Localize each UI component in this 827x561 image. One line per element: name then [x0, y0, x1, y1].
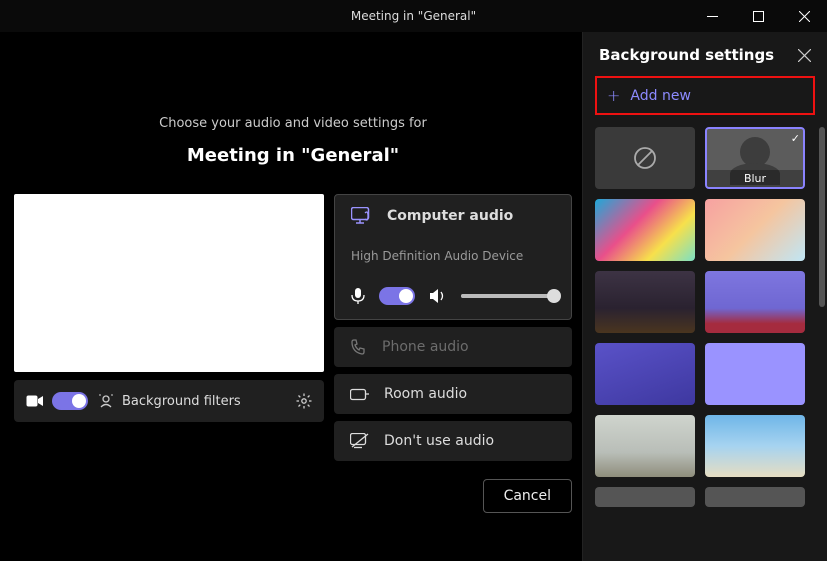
background-tile[interactable]: [705, 487, 805, 507]
background-tile[interactable]: [595, 487, 695, 507]
phone-audio-label: Phone audio: [382, 339, 469, 355]
panel-title: Background settings: [599, 46, 774, 64]
background-effects-icon: [98, 393, 114, 409]
checkmark-icon: ✓: [791, 132, 800, 145]
add-new-label: Add new: [630, 88, 691, 104]
mic-icon: [351, 287, 365, 305]
background-tile[interactable]: [705, 271, 805, 333]
window-controls: [689, 0, 827, 32]
cancel-button[interactable]: Cancel: [483, 479, 572, 513]
background-filters-label: Background filters: [122, 394, 241, 409]
camera-toggle[interactable]: [52, 392, 88, 410]
plus-icon: +: [607, 86, 620, 105]
title-bar: Meeting in "General": [0, 0, 827, 32]
camera-icon: [26, 394, 44, 408]
video-toolbar: Background filters: [14, 380, 324, 422]
scrollbar-thumb[interactable]: [819, 127, 825, 307]
close-panel-button[interactable]: [798, 49, 811, 62]
background-tile[interactable]: [705, 343, 805, 405]
computer-audio-label: Computer audio: [387, 208, 513, 224]
audio-option-phone[interactable]: Phone audio: [334, 327, 572, 367]
person-silhouette-icon: [740, 137, 770, 167]
mic-toggle[interactable]: [379, 287, 415, 305]
none-icon: [632, 145, 658, 171]
prejoin-panel: Choose your audio and video settings for…: [0, 32, 582, 561]
audio-option-none[interactable]: Don't use audio: [334, 421, 572, 461]
add-new-button[interactable]: + Add new: [595, 76, 815, 115]
background-tile-blur[interactable]: ✓ Blur: [705, 127, 805, 189]
close-button[interactable]: [781, 0, 827, 32]
audio-option-computer[interactable]: Computer audio High Definition Audio Dev…: [334, 194, 572, 320]
meeting-name: Meeting in "General": [14, 145, 572, 166]
room-audio-icon: [350, 387, 370, 401]
audio-option-room[interactable]: Room audio: [334, 374, 572, 414]
background-tile[interactable]: [705, 415, 805, 477]
computer-audio-icon: [351, 207, 373, 225]
window-title: Meeting in "General": [351, 9, 476, 23]
speaker-icon: [429, 288, 447, 304]
camera-toggle-group: [26, 392, 88, 410]
no-audio-icon: [350, 433, 370, 449]
audio-device-name: High Definition Audio Device: [351, 249, 555, 263]
video-preview: [14, 194, 324, 372]
maximize-button[interactable]: [735, 0, 781, 32]
device-settings-button[interactable]: [296, 393, 312, 409]
background-tile[interactable]: [595, 415, 695, 477]
room-audio-label: Room audio: [384, 386, 467, 402]
audio-options: Computer audio High Definition Audio Dev…: [334, 194, 572, 461]
background-tile[interactable]: [595, 343, 695, 405]
no-audio-label: Don't use audio: [384, 433, 494, 449]
background-tile-none[interactable]: [595, 127, 695, 189]
volume-slider[interactable]: [461, 294, 555, 298]
background-tile[interactable]: [705, 199, 805, 261]
instruction-text: Choose your audio and video settings for: [14, 116, 572, 131]
background-filters-button[interactable]: Background filters: [98, 393, 286, 409]
background-tile[interactable]: [595, 199, 695, 261]
background-settings-panel: Background settings + Add new ✓ Blur: [582, 32, 827, 561]
background-tile[interactable]: [595, 271, 695, 333]
phone-audio-icon: [350, 338, 368, 356]
minimize-button[interactable]: [689, 0, 735, 32]
blur-label: Blur: [707, 170, 803, 187]
